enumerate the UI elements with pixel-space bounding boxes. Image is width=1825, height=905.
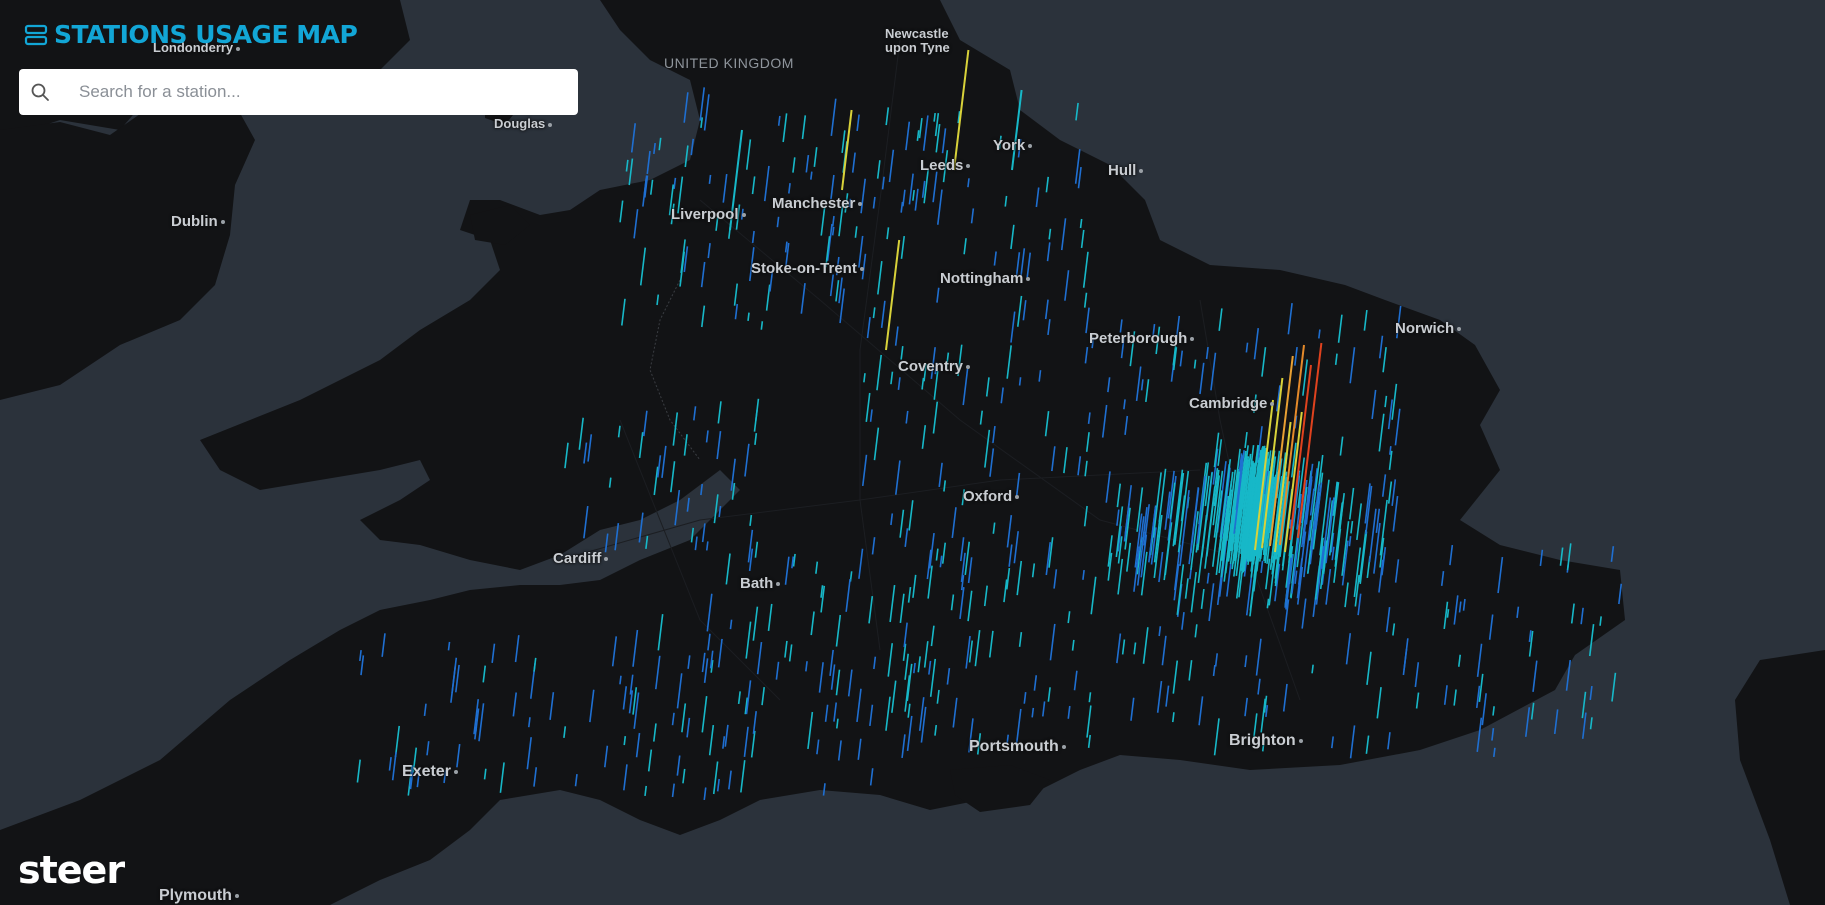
station-bar (1311, 664, 1314, 674)
station-bar (863, 373, 866, 383)
station-bar (1031, 707, 1035, 718)
city-label: Coventry (898, 358, 971, 375)
city-label: Hull (1108, 162, 1144, 179)
station-bar (1193, 359, 1197, 369)
city-label: Oxford (963, 488, 1020, 505)
station-bar (705, 541, 709, 551)
station-bar (447, 641, 451, 651)
city-label: Plymouth (159, 887, 239, 905)
country-label: UNITED KINGDOM (664, 55, 794, 71)
city-label: Exeter (402, 763, 458, 781)
city-label: Norwich (1395, 320, 1462, 337)
city-label: Brighton (1229, 732, 1303, 750)
city-label: Bath (740, 575, 781, 592)
city-label: Peterborough (1089, 330, 1195, 347)
search-box[interactable] (19, 69, 578, 115)
city-label: York (993, 137, 1033, 154)
app-header: STATIONS USAGE MAP (24, 20, 358, 49)
station-bar (708, 174, 712, 184)
station-bar (1266, 598, 1270, 609)
city-label: Newcastle upon Tyne (885, 26, 950, 55)
server-stack-icon (24, 24, 48, 45)
map-canvas[interactable] (0, 0, 1825, 905)
station-bar (933, 112, 936, 122)
station-bar (1492, 706, 1495, 716)
city-label: Cardiff (553, 550, 609, 567)
station-bar (967, 178, 970, 188)
station-bar (1599, 616, 1602, 626)
city-label: Douglas (494, 116, 553, 131)
city-label: Leeds (920, 157, 971, 174)
station-bar (810, 171, 813, 180)
city-label: Portsmouth (969, 738, 1066, 756)
city-label: Manchester (772, 195, 863, 212)
city-label: Liverpool (671, 206, 746, 223)
city-label: Nottingham (940, 270, 1031, 287)
station-bar (760, 321, 764, 330)
search-input[interactable] (77, 81, 561, 103)
search-icon (29, 81, 51, 103)
station-bar (623, 736, 627, 746)
city-label: Dublin (171, 213, 225, 230)
station-bar (729, 619, 733, 630)
station-bar (1018, 377, 1022, 386)
app-title: STATIONS USAGE MAP (54, 20, 358, 49)
station-bar (1493, 747, 1496, 758)
station-bar (619, 675, 622, 685)
station-bar (1079, 218, 1083, 229)
station-bar (1318, 329, 1321, 339)
city-label: Stoke-on-Trent (751, 260, 864, 277)
station-bar (1446, 609, 1450, 618)
station-bar (747, 312, 750, 321)
city-label: Cambridge (1189, 395, 1275, 412)
steer-logo: steer (18, 848, 125, 892)
station-bar (1389, 446, 1392, 455)
station-bar (831, 226, 835, 236)
